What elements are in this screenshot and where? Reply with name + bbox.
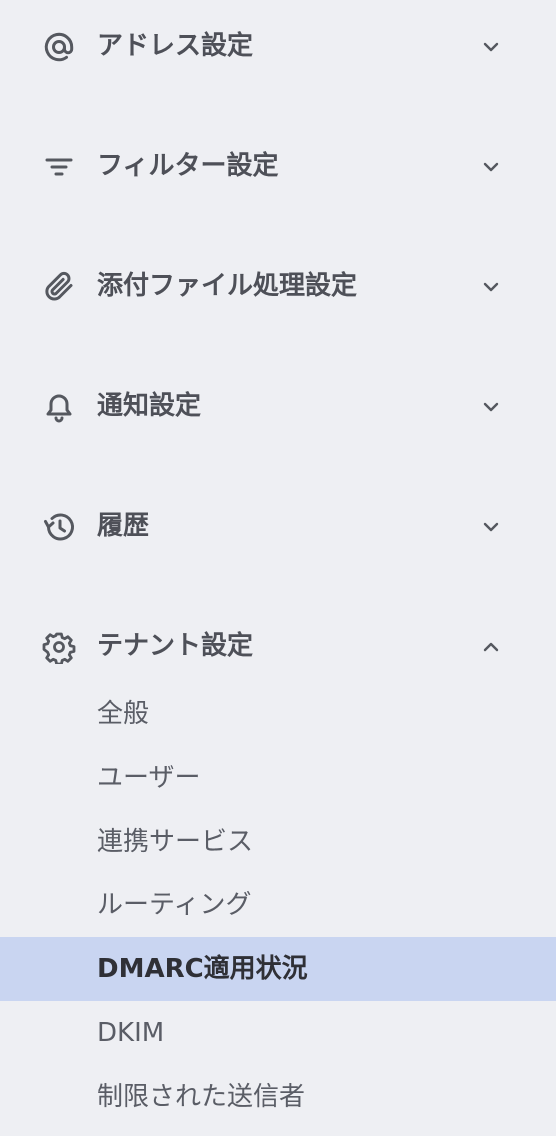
menu-section-tenant-settings[interactable]: テナント設定 <box>0 616 556 676</box>
submenu-item-routing[interactable]: ルーティング <box>0 873 556 937</box>
at-sign-icon <box>42 30 76 64</box>
chevron-down-icon[interactable] <box>478 34 504 60</box>
menu-section-label: 履歴 <box>97 511 150 541</box>
chevron-down-icon[interactable] <box>478 394 504 420</box>
menu-section-label: テナント設定 <box>97 631 254 661</box>
chevron-down-icon[interactable] <box>478 514 504 540</box>
chevron-down-icon[interactable] <box>478 274 504 300</box>
chevron-up-icon[interactable] <box>478 634 504 660</box>
history-icon <box>42 510 76 544</box>
submenu-item-general[interactable]: 全般 <box>0 682 556 746</box>
paperclip-icon <box>42 270 76 304</box>
menu-section-filter-settings[interactable]: フィルター設定 <box>0 136 556 196</box>
submenu-item-restricted-senders[interactable]: 制限された送信者 <box>0 1065 556 1129</box>
submenu-item-label: 制限された送信者 <box>97 1082 306 1112</box>
gear-icon <box>42 630 76 664</box>
menu-section-history[interactable]: 履歴 <box>0 496 556 556</box>
menu-section-label: 添付ファイル処理設定 <box>97 271 358 301</box>
submenu-item-users[interactable]: ユーザー <box>0 746 556 810</box>
bell-icon <box>42 390 76 424</box>
menu-section-attachment-settings[interactable]: 添付ファイル処理設定 <box>0 256 556 316</box>
menu-section-address-settings[interactable]: アドレス設定 <box>0 16 556 76</box>
submenu-item-label: ルーティング <box>97 890 252 920</box>
submenu-item-label: 連携サービス <box>97 827 254 857</box>
submenu-item-label: 全般 <box>97 699 150 729</box>
filter-icon <box>42 150 76 184</box>
menu-section-label: アドレス設定 <box>97 31 254 61</box>
submenu-item-label: ユーザー <box>97 763 201 793</box>
submenu-item-label: DMARC適用状況 <box>97 954 308 984</box>
submenu-item-dmarc-status[interactable]: DMARC適用状況 <box>0 937 556 1001</box>
submenu-item-label: DKIM <box>97 1018 165 1048</box>
menu-section-notification-settings[interactable]: 通知設定 <box>0 376 556 436</box>
submenu-item-dkim[interactable]: DKIM <box>0 1001 556 1065</box>
menu-section-label: 通知設定 <box>97 391 202 421</box>
submenu-item-integrations[interactable]: 連携サービス <box>0 810 556 874</box>
chevron-down-icon[interactable] <box>478 154 504 180</box>
menu-section-label: フィルター設定 <box>97 151 279 181</box>
